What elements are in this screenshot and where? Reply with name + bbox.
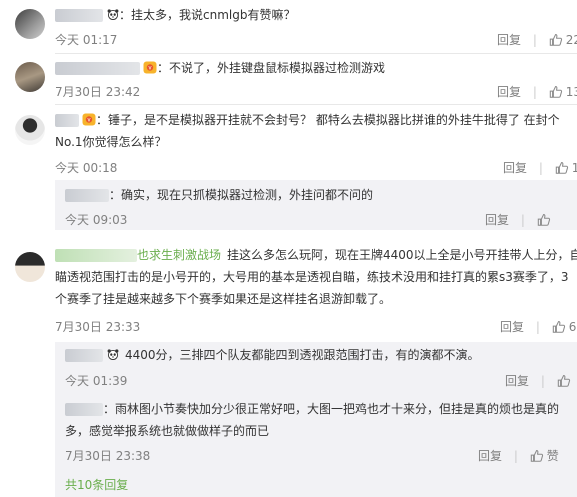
like-button[interactable]: 1: [555, 161, 577, 175]
reply-button[interactable]: 回复: [503, 161, 527, 175]
like-button[interactable]: 13: [549, 85, 577, 99]
thumb-up-icon: [530, 449, 544, 463]
divider: [55, 53, 577, 54]
comment-item: ：不说了，外挂键盘鼠标模拟器过检测游戏 7月30日 23:42 回复 | 13: [0, 55, 577, 105]
sub-reply: ：确实，现在只抓模拟器过检测，外挂问都不问的 今天 09:03 回复 |: [55, 180, 577, 230]
comment-actions: 回复 | 1: [503, 159, 577, 176]
username[interactable]: [55, 114, 79, 127]
panda-emoji-icon: [107, 349, 119, 360]
comment-item: ：挂太多，我说cnmlgb有赞嘛？ 今天 01:17 回复 | 22: [0, 0, 577, 55]
reply-button[interactable]: 回复: [497, 33, 521, 47]
username[interactable]: [55, 62, 140, 75]
like-button[interactable]: 6: [552, 320, 577, 334]
comment-text-line: 瞄透视范围打击的是小号开的，大号用的基本是透视自瞄，练技术没用和挂打真的累s3赛…: [55, 270, 569, 284]
username[interactable]: [55, 249, 137, 262]
comment-actions: 回复 |: [485, 211, 551, 228]
thumb-up-icon: [557, 374, 571, 388]
divider: |: [532, 85, 537, 99]
username[interactable]: [65, 349, 103, 362]
divider: |: [535, 320, 540, 334]
avatar[interactable]: [15, 115, 45, 145]
comment-text-line: ：雨林图小节奏快加分少很正常好吧，大图一把鸡也才十来分，但挂是真的烦也是真的: [65, 398, 559, 420]
divider: |: [532, 33, 537, 47]
comment-text-line: 个赛季了挂是越来越多下个赛季如果还是这样挂名退游卸载了。: [55, 292, 392, 306]
like-button[interactable]: 22: [549, 33, 577, 47]
sub-reply: 4400分，三排四个队友都能四到透视跟范围打击，有的演都不演。 今天 01:39…: [55, 342, 577, 394]
username[interactable]: [65, 189, 109, 202]
vip-badge-icon: [143, 61, 157, 74]
like-count: 22: [565, 33, 577, 47]
reply-button[interactable]: 回复: [497, 85, 521, 99]
comment-actions: 回复 | 22: [497, 31, 577, 48]
username[interactable]: [65, 403, 103, 416]
thumb-up-icon: [549, 85, 563, 99]
comment-actions: 回复 | 赞: [478, 447, 559, 464]
like-button[interactable]: 赞: [530, 449, 559, 463]
thumb-up-icon: [555, 161, 569, 175]
reply-button[interactable]: 回复: [478, 449, 502, 463]
comment-actions: 回复 |: [505, 372, 571, 389]
comment-text-line: 4400分，三排四个队友都能四到透视跟范围打击，有的演都不演。: [65, 344, 480, 366]
reply-button[interactable]: 回复: [485, 213, 509, 227]
like-button[interactable]: [537, 213, 551, 227]
timestamp: 7月30日 23:38: [65, 449, 151, 463]
comment-text-line: ：确实，现在只抓模拟器过检测，外挂问都不问的: [65, 184, 373, 206]
timestamp: 今天 00:18: [55, 161, 118, 175]
sub-reply: ：雨林图小节奏快加分少很正常好吧，大图一把鸡也才十来分，但挂是真的烦也是真的 多…: [55, 394, 577, 469]
more-replies-bar: 共10条回复: [55, 469, 577, 497]
comment-text-line: ：锤子，是不是模拟器开挂就不会封号？ 都特么去模拟器比拼谁的外挂牛批得了 在封个: [55, 109, 575, 131]
comment-text-line: 也求生刺激战场 挂这么多怎么玩阿，现在王牌4400以上全是小号开挂带人上分，自: [55, 244, 577, 266]
panda-emoji-icon: [107, 9, 119, 20]
divider: |: [520, 213, 525, 227]
timestamp: 今天 01:39: [65, 374, 128, 388]
vip-badge-icon: [82, 113, 96, 126]
like-label: 赞: [546, 449, 559, 463]
reply-button[interactable]: 回复: [500, 320, 524, 334]
reply-button[interactable]: 回复: [505, 374, 529, 388]
avatar[interactable]: [15, 62, 45, 92]
thumb-up-icon: [549, 33, 563, 47]
comment-text-line: 多，感觉举报系统也就做做样子的而已: [65, 424, 270, 438]
comment-text-line: ：不说了，外挂键盘鼠标模拟器过检测游戏: [55, 57, 385, 79]
like-count: 6: [568, 320, 577, 334]
more-replies-link[interactable]: 共10条回复: [65, 476, 128, 493]
divider: |: [513, 449, 518, 463]
timestamp: 今天 01:17: [55, 33, 118, 47]
comment-item: 也求生刺激战场 挂这么多怎么玩阿，现在王牌4400以上全是小号开挂带人上分，自 瞄…: [0, 240, 577, 342]
comment-actions: 回复 | 6: [500, 318, 576, 335]
username[interactable]: [55, 9, 103, 22]
divider: |: [540, 374, 545, 388]
timestamp: 7月30日 23:42: [55, 85, 141, 99]
comment-text-line: ：挂太多，我说cnmlgb有赞嘛？: [55, 4, 295, 26]
comment-item: ：锤子，是不是模拟器开挂就不会封号？ 都特么去模拟器比拼谁的外挂牛批得了 在封个…: [0, 105, 577, 180]
timestamp: 今天 09:03: [65, 213, 128, 227]
thumb-up-icon: [537, 213, 551, 227]
avatar[interactable]: [15, 9, 45, 39]
comment-actions: 回复 | 13: [497, 83, 577, 100]
comment-text-line: No.1你觉得怎么样？: [55, 135, 167, 149]
timestamp: 7月30日 23:33: [55, 320, 141, 334]
thumb-up-icon: [552, 320, 566, 334]
avatar[interactable]: [15, 252, 45, 282]
like-count: 1: [571, 161, 577, 175]
username-suffix[interactable]: 也求生刺激战场: [137, 248, 221, 262]
like-button[interactable]: [557, 374, 571, 388]
divider: |: [538, 161, 543, 175]
like-count: 13: [565, 85, 577, 99]
